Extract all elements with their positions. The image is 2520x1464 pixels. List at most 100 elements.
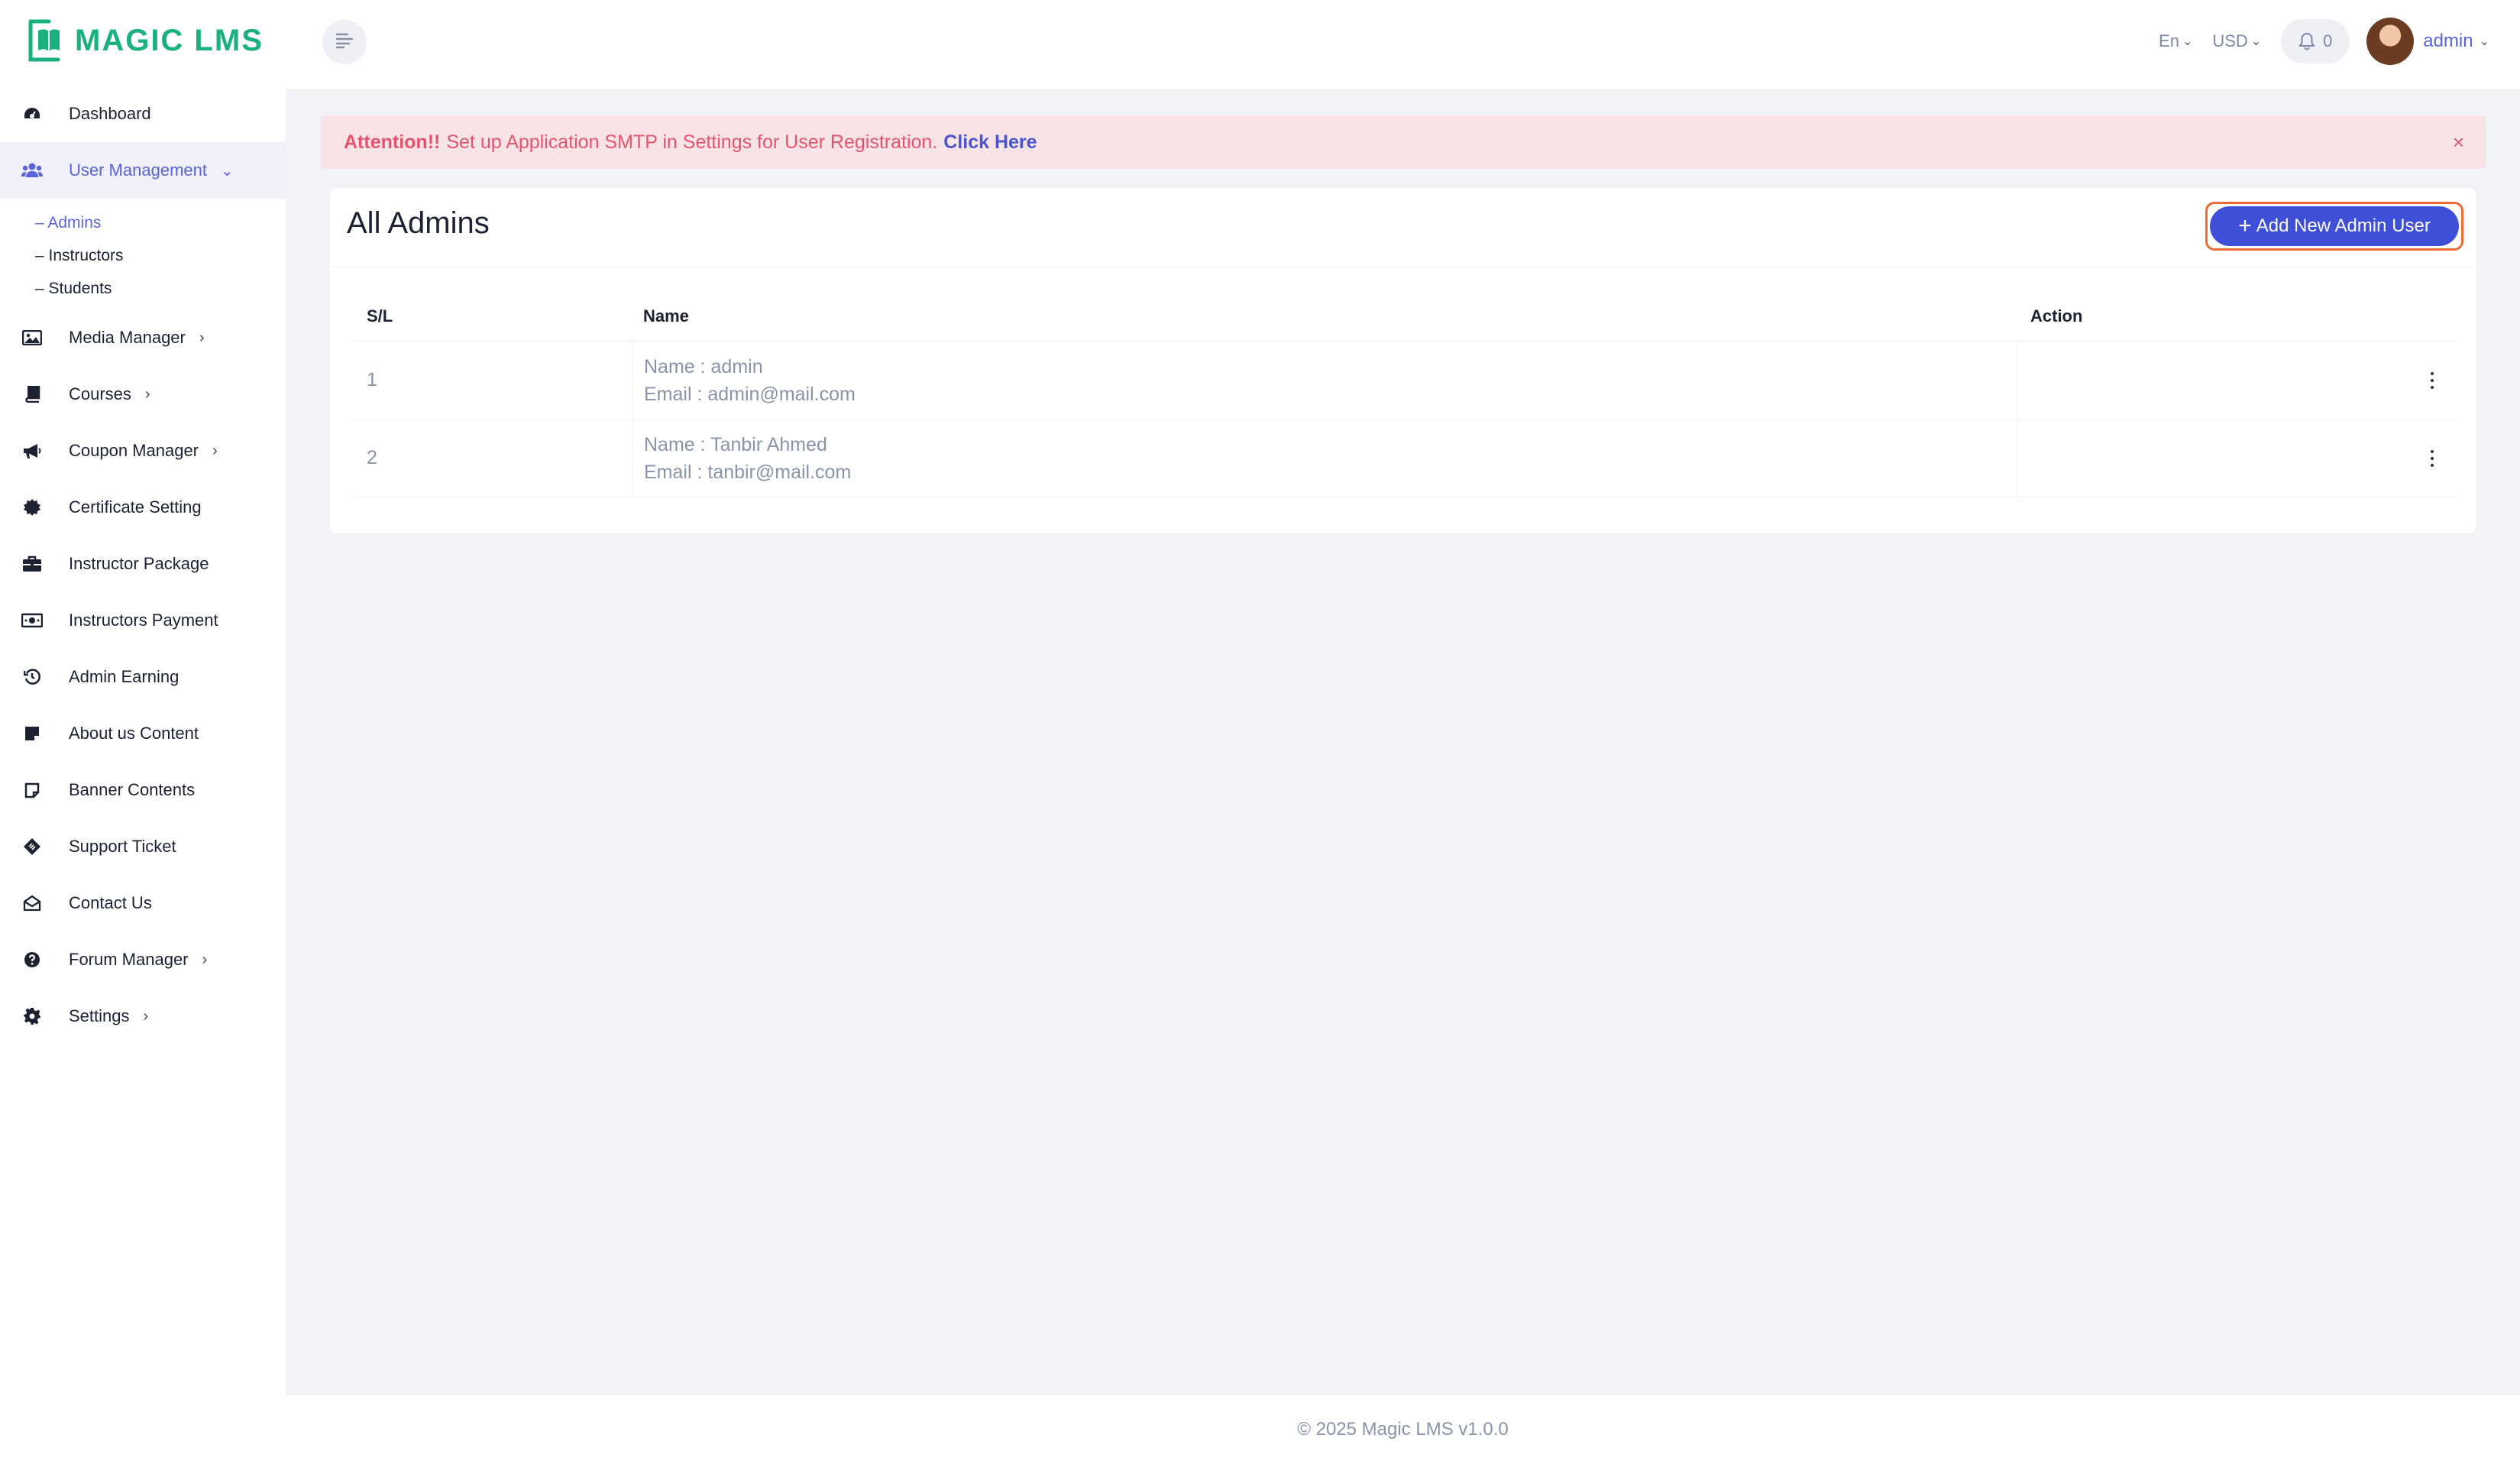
sidebar-item-label: About us Content [69,724,199,743]
megaphone-icon [21,440,43,462]
sidebar-item-label: Instructors Payment [69,611,218,630]
sidebar-item-label: Dashboard [69,104,151,123]
sidebar-item-settings[interactable]: Settings › [0,988,286,1045]
chevron-right-icon: › [143,1007,149,1025]
envelope-open-icon [21,892,43,914]
chevron-down-icon: ⌄ [2182,35,2193,48]
currency-value: USD [2212,31,2248,50]
row-email: Email : admin@mail.com [644,383,856,405]
user-menu[interactable]: admin ⌄ [2423,31,2489,52]
brand-name: MAGIC LMS [75,23,264,57]
sidebar-subitem-students[interactable]: – Students [35,272,286,305]
sidebar-item-certificate-setting[interactable]: Certificate Setting [0,479,286,536]
money-icon [21,610,43,631]
question-circle-icon [21,949,43,970]
add-new-admin-user-button[interactable]: + Add New Admin User [2210,206,2459,246]
sidebar-item-about-us-content[interactable]: About us Content [0,705,286,762]
smtp-alert: Attention!! Set up Application SMTP in S… [321,115,2486,169]
more-vertical-icon[interactable] [2425,369,2440,392]
image-icon [21,327,43,348]
book-icon [21,384,43,405]
column-header-action: Action [2030,306,2083,326]
ticket-icon [21,836,43,857]
user-management-submenu: – Admins – Instructors – Students [0,199,286,309]
row-action-cell [2017,342,2458,419]
sidebar-subitem-instructors[interactable]: – Instructors [35,239,286,272]
sidebar-item-label: Instructor Package [69,554,209,573]
sidebar-item-label: Settings [69,1006,130,1025]
logo-icon [26,17,67,64]
avatar[interactable] [2366,18,2415,65]
row-name-cell: Name : admin Email : admin@mail.com [632,342,2017,419]
table-row: 1 Name : admin Email : admin@mail.com [353,342,2458,419]
certificate-icon [21,497,43,518]
chevron-right-icon: › [202,951,208,968]
close-icon[interactable]: × [2453,131,2464,154]
sidebar-item-contact-us[interactable]: Contact Us [0,875,286,931]
table-row: 2 Name : Tanbir Ahmed Email : tanbir@mai… [353,419,2458,497]
language-select[interactable]: En ⌄ [2159,31,2192,51]
dashboard-icon [21,103,43,125]
plus-icon: + [2238,213,2252,238]
alert-prefix: Attention!! [344,131,441,153]
sidebar-item-label: Support Ticket [69,837,176,856]
sidebar-item-label: Admin Earning [69,667,180,686]
page-title: All Admins [347,206,490,240]
card-header: All Admins + Add New Admin User [330,188,2476,267]
chevron-down-icon: ⌄ [220,162,234,180]
sidebar-item-label: Certificate Setting [69,497,202,517]
top-header: En ⌄ USD ⌄ 0 admin ⌄ [286,0,2520,89]
notification-count: 0 [2323,31,2333,50]
alert-click-here-link[interactable]: Click Here [943,131,1037,154]
sidebar-item-courses[interactable]: Courses › [0,366,286,423]
notifications-button[interactable]: 0 [2281,19,2350,63]
menu-align-icon [335,32,354,53]
more-vertical-icon[interactable] [2425,447,2440,470]
row-sl: 1 [367,369,377,390]
admins-table: S/L Name Action 1 Name : admin Email : a… [353,291,2458,497]
row-name: Name : Tanbir Ahmed [644,433,827,455]
row-sl: 2 [367,447,377,468]
sidebar-item-forum-manager[interactable]: Forum Manager › [0,931,286,988]
sidebar-item-coupon-manager[interactable]: Coupon Manager › [0,423,286,479]
chevron-down-icon: ⌄ [2479,35,2489,48]
sidebar-toggle-button[interactable] [322,20,367,64]
users-icon [21,160,43,181]
sidebar-item-banner-contents[interactable]: Banner Contents [0,762,286,818]
row-name-cell: Name : Tanbir Ahmed Email : tanbir@mail.… [632,419,2017,497]
chevron-down-icon: ⌄ [2250,35,2262,48]
column-header-sl: S/L [367,306,393,326]
gear-icon [21,1006,43,1027]
row-email: Email : tanbir@mail.com [644,461,852,483]
sidebar-item-admin-earning[interactable]: Admin Earning [0,649,286,705]
sidebar-item-instructor-package[interactable]: Instructor Package [0,536,286,592]
sidebar-item-instructors-payment[interactable]: Instructors Payment [0,592,286,649]
history-icon [21,666,43,688]
briefcase-icon [21,553,43,575]
sidebar-item-dashboard[interactable]: Dashboard [0,86,286,142]
chevron-right-icon: › [144,385,150,403]
table-header: S/L Name Action [353,291,2458,342]
sidebar: MAGIC LMS Dashboard User Management ⌄ – … [0,0,286,1464]
sidebar-item-label: Contact Us [69,893,152,912]
user-name-label: admin [2423,31,2473,51]
sidebar-item-label: Forum Manager [69,950,189,969]
header-actions: En ⌄ USD ⌄ 0 admin ⌄ [2159,17,2489,66]
sidebar-subitem-admins[interactable]: – Admins [35,206,286,239]
column-header-name: Name [643,306,689,326]
footer-text: © 2025 Magic LMS v1.0.0 [1297,1419,1509,1440]
chevron-right-icon: › [212,442,218,459]
footer: © 2025 Magic LMS v1.0.0 [286,1395,2520,1464]
sidebar-item-media-manager[interactable]: Media Manager › [0,309,286,366]
note-icon [21,723,43,744]
alert-message: Set up Application SMTP in Settings for … [446,131,938,153]
brand-logo[interactable]: MAGIC LMS [26,15,264,66]
sidebar-item-label: Coupon Manager [69,441,199,460]
sticky-note-icon [21,779,43,801]
sidebar-item-user-management[interactable]: User Management ⌄ [0,142,286,199]
chevron-right-icon: › [199,329,205,346]
sidebar-item-support-ticket[interactable]: Support Ticket [0,818,286,875]
currency-select[interactable]: USD ⌄ [2212,31,2261,51]
row-name: Name : admin [644,355,763,377]
sidebar-item-label: Courses [69,384,131,403]
